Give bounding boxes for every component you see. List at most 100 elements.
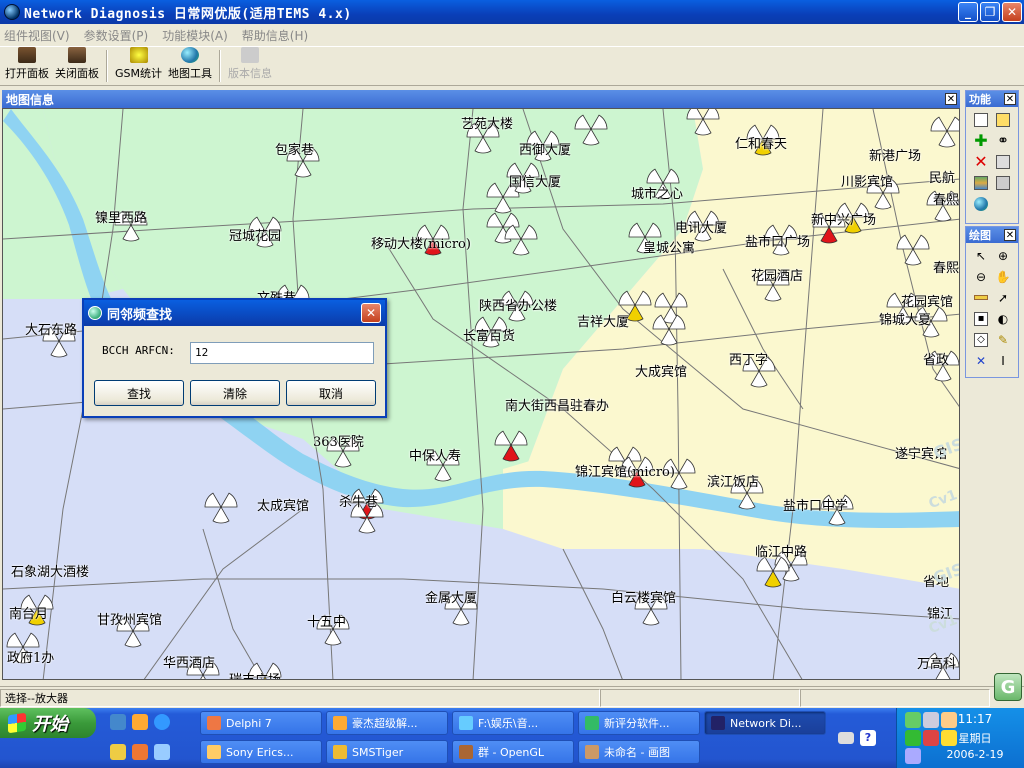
cancel-button[interactable]: 取消 <box>286 380 376 406</box>
version-info-button[interactable]: 版本信息 <box>225 47 275 85</box>
quicklaunch-desktop-icon[interactable] <box>154 744 170 760</box>
taskbar-button[interactable]: Delphi 7 <box>200 711 322 735</box>
taskbar-button[interactable]: 豪杰超级解... <box>326 711 448 735</box>
map-label: 省政 <box>923 353 950 368</box>
line-icon: ✕ <box>975 353 987 368</box>
task-app-icon <box>459 716 473 730</box>
map-label: 滨江饭店 <box>707 475 760 490</box>
link-tool[interactable]: ⚭ <box>992 130 1014 151</box>
map-label: 甘孜州宾馆 <box>97 613 163 628</box>
select-tool[interactable]: ↖ <box>970 245 992 266</box>
tray-network-icon[interactable] <box>905 712 921 728</box>
menu-params[interactable]: 参数设置(P) <box>84 27 149 44</box>
remove-layer-tool[interactable]: ✕ <box>970 151 992 172</box>
map-label: 移动大楼(micro) <box>371 237 471 252</box>
task-app-icon <box>207 716 221 730</box>
map-label: 包家巷 <box>275 143 315 158</box>
layer-settings-icon <box>996 175 1010 190</box>
dialog-title-bar: 同邻频查找 ✕ <box>84 300 385 326</box>
properties-tool[interactable] <box>992 151 1014 172</box>
pointer-tool[interactable]: ➚ <box>992 287 1014 308</box>
search-globe-tool[interactable] <box>970 193 992 214</box>
maximize-button[interactable]: ❐ <box>980 2 1000 22</box>
taskbar-button[interactable]: F:\娱乐\音... <box>452 711 574 735</box>
menu-help[interactable]: 帮助信息(H) <box>242 27 308 44</box>
quicklaunch-chat-icon[interactable] <box>132 714 148 730</box>
quicklaunch-ie-icon[interactable] <box>154 714 170 730</box>
quicklaunch-paint-icon[interactable] <box>132 744 148 760</box>
line-tool[interactable]: ✕ <box>970 350 992 371</box>
layer-settings-tool[interactable] <box>992 172 1014 193</box>
map-tools-button[interactable]: 地图工具 <box>165 47 215 85</box>
quicklaunch-mail-icon[interactable] <box>110 744 126 760</box>
quicklaunch-media-icon[interactable] <box>110 714 126 730</box>
new-file-tool[interactable] <box>970 109 992 130</box>
rect-select-tool[interactable]: ▪ <box>970 308 992 329</box>
map-label: 白云楼宾馆 <box>611 591 677 606</box>
map-label: 城市之心 <box>631 187 684 202</box>
gsm-stats-button[interactable]: GSM统计 <box>112 47 165 85</box>
ruler-icon <box>974 295 988 300</box>
minimize-button[interactable]: _ <box>958 2 978 22</box>
map-label: 十五中 <box>307 615 347 630</box>
tray-check-icon[interactable] <box>905 730 921 746</box>
map-label: 锦城大夏 <box>879 313 932 328</box>
bcch-arfcn-label: BCCH ARFCN: <box>102 344 175 357</box>
zoom-out-tool[interactable]: ⊖ <box>970 266 992 287</box>
taskbar-button[interactable]: 新评分软件... <box>578 711 700 735</box>
taskbar-button[interactable]: Sony Erics... <box>200 740 322 764</box>
help-icon[interactable]: ? <box>860 730 876 746</box>
task-app-icon <box>333 716 347 730</box>
menu-modules[interactable]: 功能模块(A) <box>162 27 228 44</box>
find-button[interactable]: 查找 <box>94 380 184 406</box>
taskbar-button[interactable]: SMSTiger <box>326 740 448 764</box>
map-label: 国信大厦 <box>509 175 562 190</box>
map-label: 临江中路 <box>755 545 808 560</box>
draw-panel-close-button[interactable]: ✕ <box>1004 229 1016 241</box>
clear-button[interactable]: 清除 <box>190 380 280 406</box>
function-panel-close-button[interactable]: ✕ <box>1004 93 1016 105</box>
tray-volume-icon[interactable] <box>905 748 921 764</box>
open-folder-tool[interactable] <box>992 109 1014 130</box>
open-panel-button[interactable]: 打开面板 <box>2 47 52 85</box>
map-label: 中保人寿 <box>409 449 462 464</box>
taskbar-button[interactable]: Network Di... <box>704 711 826 735</box>
layers-tool[interactable] <box>970 172 992 193</box>
zoom-out-icon: ⊖ <box>975 269 987 284</box>
clock-date: 2006-2-19 <box>946 748 1004 761</box>
label-tool[interactable]: Ⅰ <box>992 350 1014 371</box>
map-label: 万高科 <box>917 657 957 672</box>
globe-icon <box>181 47 199 63</box>
menu-view[interactable]: 组件视图(V) <box>4 27 70 44</box>
zoom-in-tool[interactable]: ⊕ <box>992 245 1014 266</box>
pan-tool[interactable]: ✋ <box>992 266 1014 287</box>
polygon-select-tool[interactable]: ◇ <box>970 329 992 350</box>
map-panel-close-button[interactable]: ✕ <box>945 93 957 105</box>
keyboard-icon[interactable] <box>838 732 854 744</box>
dialog-close-button[interactable]: ✕ <box>361 303 381 323</box>
start-button[interactable]: 开始 <box>0 708 96 738</box>
task-app-icon <box>711 716 725 730</box>
taskbar-button[interactable]: 群 - OpenGL <box>452 740 574 764</box>
pointer-icon: ➚ <box>997 290 1009 305</box>
ruler-tool[interactable] <box>970 287 992 308</box>
delete-icon: ✕ <box>974 152 988 171</box>
close-button[interactable]: ✕ <box>1002 2 1022 22</box>
taskbar-button-label: Delphi 7 <box>226 716 272 730</box>
radius-select-tool[interactable]: ◐ <box>992 308 1014 329</box>
link-icon: ⚭ <box>997 132 1009 149</box>
gsm-stats-icon <box>129 47 148 63</box>
taskbar-button[interactable]: 未命名 - 画图 <box>578 740 700 764</box>
close-panel-button[interactable]: 关闭面板 <box>52 47 102 85</box>
main-toolbar: 打开面板 关闭面板 GSM统计 地图工具 版本信息 <box>0 46 1024 86</box>
map-label: 川影宾馆 <box>841 175 894 190</box>
map-label: 花园宾馆 <box>901 295 954 310</box>
map-label: 春熙 <box>933 193 960 208</box>
clock-time[interactable]: 11:17 <box>930 712 1020 726</box>
info-tool[interactable]: ✎ <box>992 329 1014 350</box>
add-layer-tool[interactable]: ✚ <box>970 130 992 151</box>
close-panel-icon <box>68 47 86 63</box>
radius-select-icon: ◐ <box>997 311 1009 326</box>
bcch-arfcn-input[interactable]: 12 <box>190 342 374 364</box>
taskbar-button-label: Sony Erics... <box>226 745 294 759</box>
